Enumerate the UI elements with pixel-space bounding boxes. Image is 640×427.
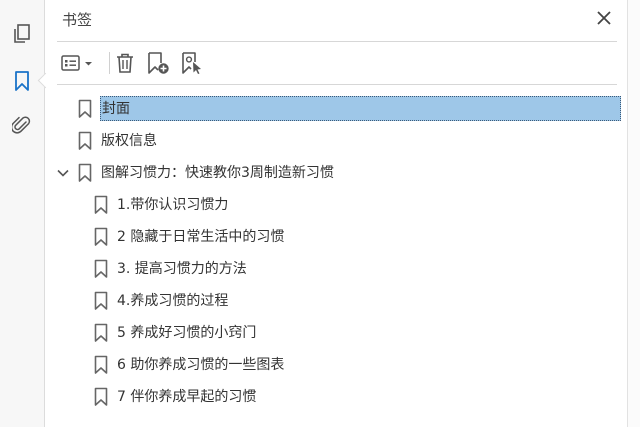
close-icon[interactable] (595, 9, 613, 27)
bookmark-icon (94, 259, 108, 278)
bookmark-icon (94, 291, 108, 310)
bookmark-label: 2 隐藏于日常生活中的习惯 (117, 229, 285, 245)
bookmarks-panel: 书签 封面 版权信息 图解习惯力：快速教你3周制造新习惯 1.带你认识习惯力 2… (45, 0, 627, 427)
options-menu-button[interactable] (59, 50, 97, 76)
bookmark-label: 封面 (100, 96, 621, 121)
bookmarks-toolbar (57, 48, 617, 78)
bookmark-icon (94, 387, 108, 406)
bookmarks-icon[interactable] (10, 69, 34, 93)
navigation-sidebar (0, 0, 45, 427)
page-thumbnails-icon[interactable] (10, 22, 34, 46)
bookmark-label: 版权信息 (101, 133, 157, 149)
bookmark-item[interactable]: 图解习惯力：快速教你3周制造新习惯 (45, 158, 627, 188)
bookmark-icon (78, 131, 92, 150)
attachments-icon[interactable] (10, 114, 34, 138)
bookmark-icon (94, 323, 108, 342)
bookmark-icon (78, 163, 92, 182)
toolbar-separator (109, 52, 110, 74)
panel-title: 书签 (62, 11, 93, 29)
bookmark-item[interactable]: 2 隐藏于日常生活中的习惯 (45, 222, 627, 252)
bookmark-item[interactable]: 4.养成习惯的过程 (45, 286, 627, 316)
bookmark-icon (78, 99, 92, 118)
bookmark-label: 7 伴你养成早起的习惯 (117, 389, 257, 405)
delete-bookmark-icon[interactable] (113, 50, 137, 76)
scrollbar-track[interactable] (627, 0, 640, 427)
bookmark-item[interactable]: 5 养成好习惯的小窍门 (45, 318, 627, 348)
bookmark-label: 5 养成好习惯的小窍门 (117, 325, 257, 341)
bookmark-icon (94, 355, 108, 374)
bookmark-icon (94, 227, 108, 246)
bookmark-label: 3. 提高习惯力的方法 (117, 261, 247, 277)
bookmark-label: 6 助你养成习惯的一些图表 (117, 357, 285, 373)
divider (57, 41, 617, 42)
bookmark-label: 图解习惯力：快速教你3周制造新习惯 (101, 165, 334, 181)
chevron-down-icon[interactable] (56, 166, 70, 180)
divider (57, 84, 617, 85)
bookmark-item[interactable]: 版权信息 (45, 126, 627, 156)
bookmark-item[interactable]: 封面 (45, 94, 627, 124)
new-bookmark-icon[interactable] (145, 50, 171, 76)
bookmark-item[interactable]: 7 伴你养成早起的习惯 (45, 382, 627, 412)
bookmark-item[interactable]: 1.带你认识习惯力 (45, 190, 627, 220)
bookmark-label: 1.带你认识习惯力 (117, 197, 229, 213)
bookmark-item[interactable]: 6 助你养成习惯的一些图表 (45, 350, 627, 380)
bookmark-icon (94, 195, 108, 214)
bookmark-label: 4.养成习惯的过程 (117, 293, 229, 309)
bookmark-item[interactable]: 3. 提高习惯力的方法 (45, 254, 627, 284)
bookmark-from-selection-icon[interactable] (179, 50, 205, 76)
